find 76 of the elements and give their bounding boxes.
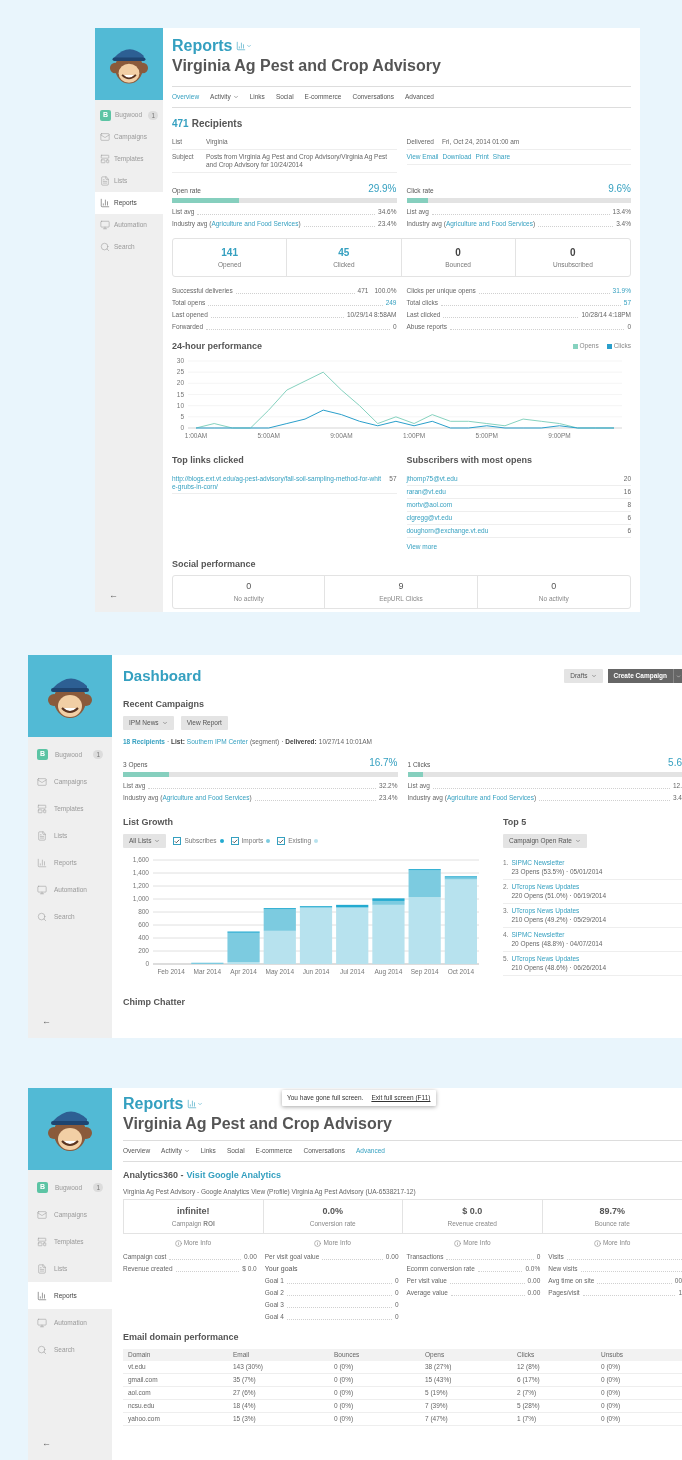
bar-chart-icon	[37, 1290, 47, 1301]
section-title: Top 5	[503, 815, 528, 829]
split-caret-button[interactable]	[673, 669, 682, 684]
info-icon	[174, 1239, 182, 1247]
page-title: Reports	[172, 36, 233, 56]
google-analytics-link[interactable]: Visit Google Analytics	[186, 1168, 282, 1183]
caret-icon	[197, 1101, 204, 1107]
kpi-value: infinite!	[177, 1205, 210, 1218]
caret-icon	[154, 838, 161, 845]
campaign-title: Virginia Ag Pest and Crop Advisory	[123, 1114, 393, 1134]
search-icon	[37, 1344, 47, 1355]
kpi-value: 0.0%	[322, 1205, 343, 1218]
section-title: Subscribers with most opens	[406, 455, 533, 465]
search-icon	[100, 242, 110, 252]
caret-icon	[590, 673, 597, 680]
rate-value: 9.6%	[608, 181, 631, 196]
caret-icon	[246, 43, 253, 49]
checkbox[interactable]	[173, 837, 182, 846]
section-title: 24-hour performance	[172, 339, 263, 353]
section-title: Email domain performance	[123, 1331, 240, 1344]
caret-icon	[574, 838, 581, 845]
rate-value: 5.6	[668, 755, 682, 770]
document-icon	[100, 176, 110, 186]
bar-chart-icon	[100, 198, 110, 208]
envelope-icon	[37, 1209, 47, 1220]
recipient-count: 471	[172, 116, 189, 131]
bar-chart-icon	[187, 1099, 198, 1109]
stat-number: 0	[551, 580, 557, 594]
layout-icon	[37, 803, 47, 814]
caret-icon	[161, 720, 168, 726]
bar-chart-icon	[236, 41, 247, 51]
monitor-icon	[100, 220, 110, 230]
layout-icon	[37, 1236, 47, 1247]
section-title: Recent Campaigns	[123, 697, 206, 711]
layout-icon	[100, 154, 110, 164]
stat-number: 9	[398, 580, 404, 594]
document-icon	[37, 830, 47, 841]
info-icon	[593, 1239, 601, 1247]
info-icon	[314, 1239, 322, 1247]
collapse-arrow[interactable]: ←	[42, 1014, 112, 1028]
page-title: Dashboard	[123, 666, 202, 686]
section-title: Top links clicked	[172, 455, 244, 465]
section-title: Analytics360 -	[123, 1168, 184, 1182]
stat-number: 0	[246, 580, 252, 594]
recipient-label: Recipients	[191, 116, 243, 131]
rate-value: 16.7%	[369, 755, 398, 770]
stat-number: 45	[338, 245, 350, 260]
bar-chart-icon	[37, 857, 47, 868]
checkbox[interactable]	[230, 837, 239, 846]
legend-swatch	[606, 343, 612, 349]
kpi-value: $ 0.0	[462, 1205, 483, 1218]
caret-icon	[675, 673, 681, 679]
checkbox[interactable]	[277, 837, 286, 846]
collapse-arrow[interactable]: ←	[109, 588, 163, 602]
stat-number: 141	[221, 245, 238, 260]
stat-number: 0	[455, 245, 461, 260]
envelope-icon	[100, 132, 110, 142]
campaign-title: Virginia Ag Pest and Crop Advisory	[172, 56, 442, 76]
legend-swatch	[572, 343, 578, 349]
info-icon	[454, 1239, 462, 1247]
search-icon	[37, 911, 47, 922]
collapse-arrow[interactable]: ←	[42, 1436, 112, 1450]
kpi-value: 89.7%	[599, 1205, 625, 1218]
rate-value: 29.9%	[368, 181, 397, 196]
stat-number: 0	[570, 245, 576, 260]
document-icon	[37, 1263, 47, 1274]
section-title: Chimp Chatter	[123, 996, 186, 1010]
monitor-icon	[37, 884, 47, 895]
bar-segment	[191, 962, 224, 965]
section-title: List Growth	[123, 815, 174, 829]
monitor-icon	[37, 1317, 47, 1328]
envelope-icon	[37, 776, 47, 787]
caret-icon	[232, 93, 239, 100]
page-title: Reports	[123, 1094, 184, 1114]
section-title: Social performance	[172, 557, 257, 571]
caret-icon	[183, 1147, 190, 1154]
